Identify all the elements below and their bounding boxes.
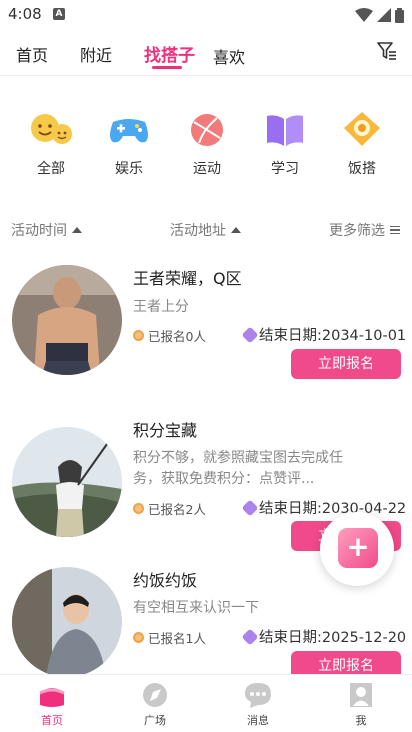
category-entertainment[interactable]: 娱乐 (97, 108, 161, 178)
tab-nearby[interactable]: 附近 (80, 42, 112, 66)
signup-count-text: 已报名0人 (148, 329, 206, 344)
sort-time-label: 活动时间 (11, 223, 67, 239)
plus-icon: + (346, 530, 370, 563)
filter-bar: 活动时间 活动地址 更多筛选 (0, 218, 412, 240)
battery-icon (395, 7, 404, 23)
category-all[interactable]: 全部 (19, 108, 83, 178)
filter-icon[interactable] (376, 40, 398, 62)
signup-button[interactable]: 立即报名 (291, 349, 401, 379)
activity-title: 王者荣耀，Q区 (133, 269, 242, 288)
user-icon (350, 683, 372, 707)
gem-icon (241, 326, 259, 343)
person-icon (133, 632, 144, 643)
activity-description: 有空相互来认识一下 (133, 600, 259, 616)
home-icon (39, 688, 65, 707)
avatar (12, 567, 122, 677)
status-icons (355, 6, 404, 24)
nav-messages[interactable]: 消息 (228, 681, 288, 728)
gem-icon (241, 628, 259, 645)
category-label: 运动 (193, 161, 221, 177)
nav-label: 消息 (247, 714, 269, 727)
status-bar: 4:08 A (0, 0, 412, 30)
end-date: 结束日期:2034-10-01 (241, 324, 407, 345)
create-activity-button[interactable]: + (320, 512, 394, 586)
category-food[interactable]: 饭搭 (330, 108, 394, 178)
signup-count: 已报名2人 (133, 499, 206, 518)
menu-icon (390, 225, 400, 235)
gem-icon (241, 499, 259, 516)
tab-find-partner[interactable]: 找搭子 (144, 41, 195, 66)
end-date: 结束日期:2030-04-22 (241, 497, 407, 518)
sort-arrow-icon (231, 227, 241, 233)
signup-count: 已报名1人 (133, 628, 206, 647)
category-study[interactable]: 学习 (253, 108, 317, 178)
food-icon (344, 112, 380, 146)
chat-bubble-icon (245, 683, 271, 708)
avatar (12, 265, 122, 375)
nav-home[interactable]: 首页 (22, 681, 82, 728)
end-date-text: 结束日期:2025-12-20 (259, 630, 407, 646)
top-tab-bar: 首页 附近 找搭子 喜欢 (0, 34, 412, 76)
end-date: 结束日期:2025-12-20 (241, 626, 407, 647)
category-sports[interactable]: 运动 (175, 108, 239, 178)
activity-title: 积分宝藏 (133, 421, 198, 440)
more-filters[interactable]: 更多筛选 (329, 220, 400, 240)
activity-description: 积分不够，就参照藏宝图去完成任务，获取免费积分：点赞评... (133, 450, 343, 487)
activity-description: 王者上分 (133, 299, 189, 315)
sort-by-location[interactable]: 活动地址 (170, 220, 241, 240)
smile-faces-icon (31, 114, 72, 144)
avatar (12, 427, 122, 537)
nav-label: 首页 (41, 714, 63, 727)
end-date-text: 结束日期:2034-10-01 (259, 328, 407, 344)
nav-label: 广场 (144, 714, 166, 727)
activity-title: 约饭约饭 (133, 571, 198, 590)
signal-icon (377, 8, 391, 22)
compass-icon (143, 683, 167, 707)
sort-by-time[interactable]: 活动时间 (11, 220, 82, 240)
category-label: 学习 (271, 161, 299, 177)
category-label: 全部 (37, 161, 65, 177)
more-filters-label: 更多筛选 (329, 223, 385, 239)
nav-me[interactable]: 我 (331, 681, 391, 728)
person-icon (133, 330, 144, 341)
category-row: 全部 娱乐 运动 学习 饭搭 (0, 108, 412, 188)
bottom-nav: 首页 广场 消息 我 (0, 674, 412, 732)
fab-tile: + (338, 522, 384, 568)
book-icon (267, 115, 303, 146)
signup-count-text: 已报名2人 (148, 502, 206, 517)
status-time: 4:08 (8, 5, 42, 23)
ball-icon (191, 114, 223, 146)
category-label: 饭搭 (348, 161, 376, 177)
end-date-text: 结束日期:2030-04-22 (259, 501, 407, 517)
wifi-icon (355, 8, 373, 22)
activity-card[interactable]: 王者荣耀，Q区 王者上分 已报名0人 结束日期:2034-10-01 立即报名 (0, 258, 412, 398)
signup-count: 已报名0人 (133, 326, 206, 345)
tab-likes[interactable]: 喜欢 (213, 44, 245, 68)
category-label: 娱乐 (115, 161, 143, 177)
signup-count-text: 已报名1人 (148, 631, 206, 646)
tab-home[interactable]: 首页 (16, 42, 48, 66)
gamepad-icon (110, 119, 148, 143)
notification-icon: A (53, 8, 65, 20)
nav-square[interactable]: 广场 (125, 681, 185, 728)
nav-label: 我 (355, 714, 367, 727)
sort-arrow-icon (72, 227, 82, 233)
active-tab-indicator (152, 66, 182, 69)
sort-location-label: 活动地址 (170, 223, 226, 239)
person-icon (133, 503, 144, 514)
